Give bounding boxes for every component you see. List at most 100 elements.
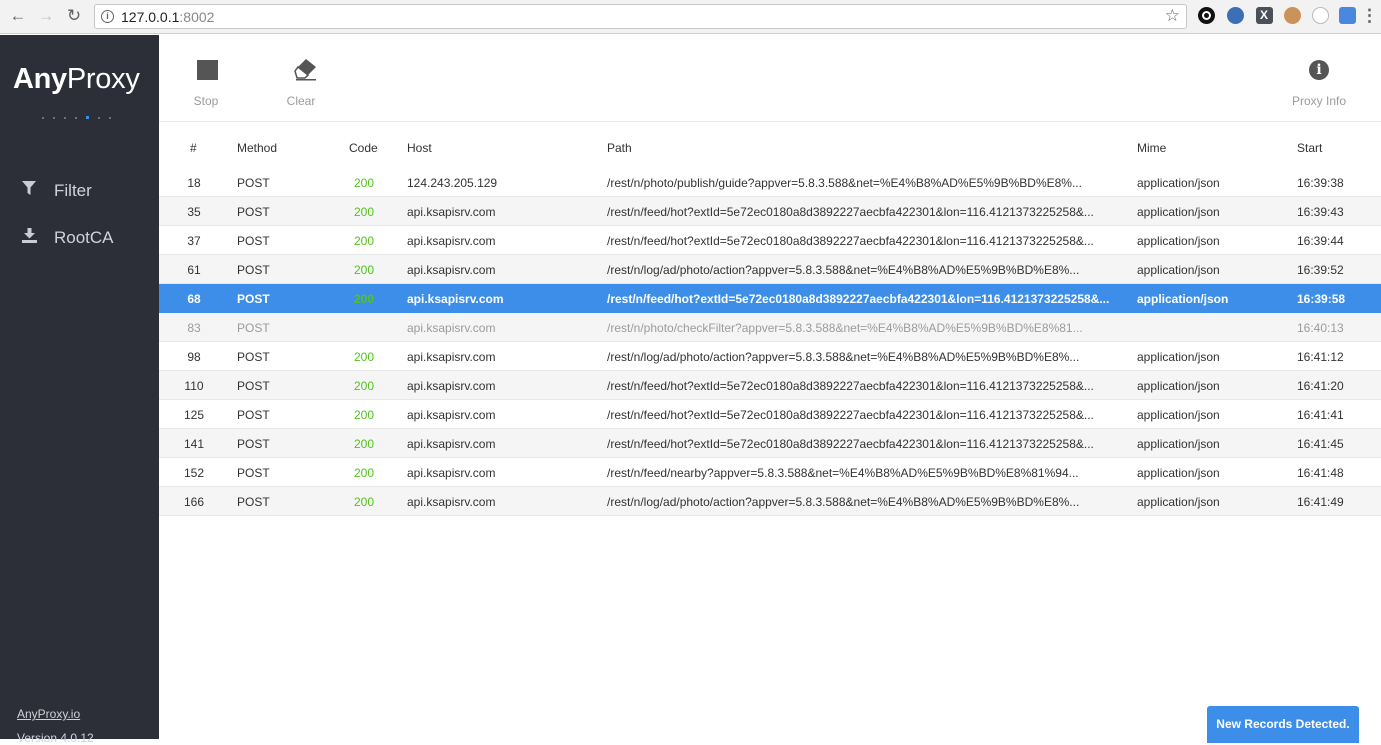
- cell-code: 200: [353, 408, 375, 422]
- cell-host: api.ksapisrv.com: [407, 379, 496, 393]
- table-row[interactable]: 166 POST 200 api.ksapisrv.com/rest/n/log/ad…: [159, 487, 1381, 516]
- cell-mime: application/json: [1137, 437, 1220, 451]
- extension-translate-icon[interactable]: [1339, 7, 1356, 24]
- cell-start: 16:41:48: [1297, 466, 1344, 480]
- cell-host: api.ksapisrv.com: [407, 292, 504, 306]
- records-table: # Method Code Host Path Mime Start 18 POS…: [159, 122, 1381, 516]
- table-row[interactable]: 37 POST 200 api.ksapisrv.com/rest/n/feed/ho…: [159, 226, 1381, 255]
- cell-mime: application/json: [1137, 234, 1220, 248]
- cell-code: 200: [353, 176, 375, 190]
- extension-x-icon[interactable]: X: [1256, 7, 1273, 24]
- url-host: 127.0.0.1: [121, 9, 180, 25]
- table-body: 18 POST 200 124.243.205.129/rest/n/photo/pu…: [159, 168, 1381, 516]
- table-row[interactable]: 110 POST 200 api.ksapisrv.com/rest/n/feed/h…: [159, 371, 1381, 400]
- cell-id: 68: [187, 292, 201, 306]
- address-bar[interactable]: i 127.0.0.1:8002 ☆: [94, 4, 1187, 29]
- table-header: # Method Code Host Path Mime Start: [159, 122, 1381, 168]
- new-records-toast[interactable]: New Records Detected.: [1207, 706, 1359, 743]
- sidebar-item-rootca[interactable]: RootCA: [21, 228, 114, 248]
- cell-method: POST: [237, 408, 270, 422]
- cell-code: 200: [353, 379, 375, 393]
- cell-mime: application/json: [1137, 263, 1220, 277]
- extension-cookie-icon[interactable]: [1284, 7, 1301, 24]
- cell-path: /rest/n/feed/hot?extId=5e72ec0180a8d3892…: [607, 437, 1094, 451]
- cell-method: POST: [237, 205, 270, 219]
- logo-bold: Any: [13, 63, 67, 95]
- cell-start: 16:39:43: [1297, 205, 1344, 219]
- cell-method: POST: [237, 495, 270, 509]
- cell-path: /rest/n/feed/nearby?appver=5.8.3.588&net…: [607, 466, 1079, 480]
- bookmark-star-icon[interactable]: ☆: [1165, 6, 1180, 26]
- table-row[interactable]: 152 POST 200 api.ksapisrv.com/rest/n/feed/n…: [159, 458, 1381, 487]
- cell-id: 141: [183, 437, 205, 451]
- proxy-info-label: Proxy Info: [1291, 94, 1347, 108]
- cell-mime: application/json: [1137, 466, 1220, 480]
- site-info-icon[interactable]: i: [101, 10, 114, 23]
- browser-menu-icon[interactable]: ⋮: [1361, 6, 1378, 26]
- cell-code: 200: [353, 495, 375, 509]
- info-icon: i: [1309, 60, 1329, 80]
- version-text: Version 4.0.12: [17, 731, 94, 745]
- cell-mime: application/json: [1137, 495, 1220, 509]
- logo-dots: [42, 109, 120, 127]
- cell-path: /rest/n/log/ad/photo/action?appver=5.8.3…: [607, 263, 1080, 277]
- table-row[interactable]: 18 POST 200 124.243.205.129/rest/n/photo/pu…: [159, 168, 1381, 197]
- cell-method: POST: [237, 350, 270, 364]
- table-row[interactable]: 68 POST 200 api.ksapisrv.com/rest/n/feed/ho…: [159, 284, 1381, 313]
- cell-start: 16:39:44: [1297, 234, 1344, 248]
- cell-host: api.ksapisrv.com: [407, 205, 496, 219]
- cell-mime: application/json: [1137, 408, 1220, 422]
- header-start: Start: [1297, 141, 1323, 155]
- cell-start: 16:41:45: [1297, 437, 1344, 451]
- table-row[interactable]: 35 POST 200 api.ksapisrv.com/rest/n/feed/ho…: [159, 197, 1381, 226]
- table-row[interactable]: 83 POST api.ksapisrv.com/rest/n/photo/chec…: [159, 313, 1381, 342]
- clear-label: Clear: [286, 94, 316, 108]
- extension-clock-icon[interactable]: [1312, 7, 1329, 24]
- cell-host: api.ksapisrv.com: [407, 263, 496, 277]
- cell-path: /rest/n/photo/checkFilter?appver=5.8.3.5…: [607, 321, 1083, 335]
- app-logo: AnyProxy: [13, 63, 140, 96]
- sidebar-item-label: RootCA: [54, 228, 114, 247]
- header-path: Path: [607, 141, 632, 155]
- cell-code: 200: [353, 234, 375, 248]
- cell-start: 16:40:13: [1297, 321, 1344, 335]
- cell-method: POST: [237, 466, 270, 480]
- cell-method: POST: [237, 437, 270, 451]
- cell-mime: application/json: [1137, 292, 1229, 306]
- sidebar-item-label: Filter: [54, 181, 92, 200]
- cell-id: 61: [187, 263, 201, 277]
- extension-circle-icon[interactable]: [1198, 7, 1215, 24]
- cell-code: 200: [353, 292, 375, 306]
- logo-light: Proxy: [66, 63, 140, 95]
- cell-start: 16:41:41: [1297, 408, 1344, 422]
- anyproxy-link[interactable]: AnyProxy.io: [17, 707, 80, 721]
- extension-globe-icon[interactable]: [1227, 7, 1244, 24]
- cell-start: 16:41:20: [1297, 379, 1344, 393]
- cell-path: /rest/n/photo/publish/guide?appver=5.8.3…: [607, 176, 1082, 190]
- table-row[interactable]: 61 POST 200 api.ksapisrv.com/rest/n/log/ad/…: [159, 255, 1381, 284]
- cell-path: /rest/n/log/ad/photo/action?appver=5.8.3…: [607, 495, 1080, 509]
- cell-start: 16:41:12: [1297, 350, 1344, 364]
- filter-icon: [21, 181, 37, 201]
- table-row[interactable]: 98 POST 200 api.ksapisrv.com/rest/n/log/ad/…: [159, 342, 1381, 371]
- back-icon[interactable]: ←: [8, 6, 28, 26]
- url-port: :8002: [179, 9, 215, 25]
- table-row[interactable]: 125 POST 200 api.ksapisrv.com/rest/n/feed/h…: [159, 400, 1381, 429]
- cell-host: api.ksapisrv.com: [407, 321, 496, 335]
- reload-icon[interactable]: ↻: [64, 6, 84, 26]
- sidebar: AnyProxy Filter RootCA AnyProxy.io Versi…: [0, 35, 159, 745]
- table-row[interactable]: 141 POST 200 api.ksapisrv.com/rest/n/feed/h…: [159, 429, 1381, 458]
- cell-mime: application/json: [1137, 205, 1220, 219]
- forward-icon[interactable]: →: [36, 6, 56, 26]
- header-id: #: [190, 141, 197, 155]
- url-text: 127.0.0.1:8002: [121, 9, 214, 25]
- cell-host: api.ksapisrv.com: [407, 350, 496, 364]
- cell-path: /rest/n/feed/hot?extId=5e72ec0180a8d3892…: [607, 205, 1094, 219]
- sidebar-item-filter[interactable]: Filter: [21, 181, 92, 201]
- cell-id: 125: [183, 408, 205, 422]
- cell-host: api.ksapisrv.com: [407, 234, 496, 248]
- cell-mime: application/json: [1137, 350, 1220, 364]
- cell-id: 35: [187, 205, 201, 219]
- download-icon: [21, 228, 37, 248]
- cell-start: 16:39:38: [1297, 176, 1344, 190]
